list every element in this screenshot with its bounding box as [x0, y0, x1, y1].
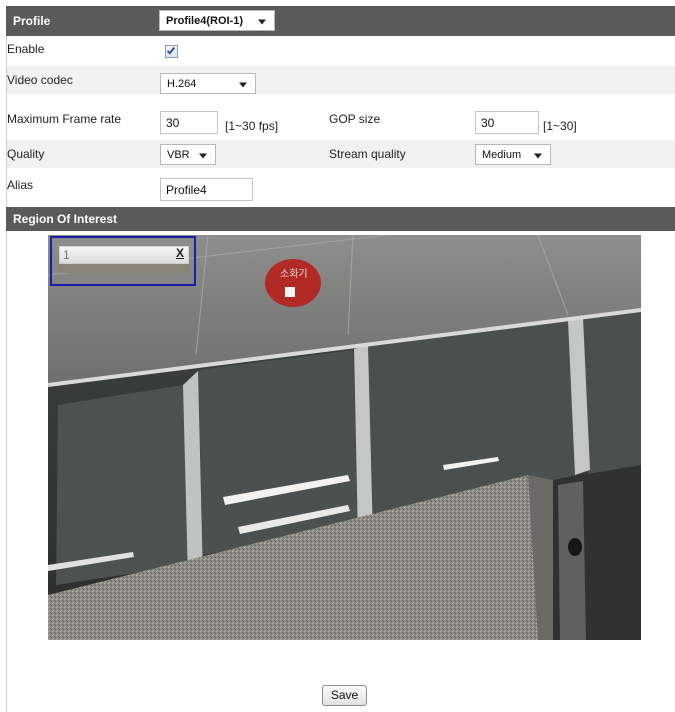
close-icon[interactable]: X — [176, 246, 184, 260]
profile-select-value: Profile4(ROI-1) — [166, 14, 244, 27]
frame-rate-label: Maximum Frame rate — [7, 112, 122, 126]
roi-box-titlebar[interactable]: 1 X — [59, 246, 189, 264]
alias-label: Alias — [7, 178, 34, 192]
roi-number: 1 — [63, 248, 70, 262]
stream-quality-select[interactable]: Medium — [475, 144, 551, 165]
video-codec-label: Video codec — [7, 73, 73, 87]
quality-row: Quality VBR Stream quality Medium — [7, 140, 675, 168]
save-button[interactable]: Save — [322, 685, 367, 706]
roi-section-header: Region Of Interest — [6, 207, 675, 231]
video-codec-select[interactable]: H.264 — [160, 73, 256, 94]
profile-select[interactable]: Profile4(ROI-1) — [159, 10, 275, 31]
gop-size-label: GOP size — [329, 112, 381, 126]
gop-size-range: [1~30] — [543, 119, 577, 133]
video-codec-value: H.264 — [167, 77, 197, 90]
frame-rate-input[interactable]: 30 — [160, 111, 218, 134]
profile-header: Profile Profile4(ROI-1) — [6, 6, 675, 36]
profile-label: Profile — [13, 14, 51, 28]
alias-value: Profile4 — [166, 182, 207, 197]
enable-label: Enable — [7, 42, 45, 56]
alias-input[interactable]: Profile4 — [160, 178, 253, 201]
alias-row: Alias Profile4 — [7, 172, 675, 201]
chevron-down-icon — [199, 153, 207, 158]
camera-view[interactable]: 소화기 — [48, 235, 641, 640]
frame-rate-value: 30 — [166, 115, 180, 130]
chevron-down-icon — [258, 19, 266, 24]
enable-row: Enable — [7, 36, 675, 64]
enable-checkbox[interactable] — [165, 45, 178, 58]
roi-section-title: Region Of Interest — [13, 212, 118, 226]
video-codec-row: Video codec H.264 — [7, 66, 675, 94]
gop-size-input[interactable]: 30 — [475, 111, 539, 134]
frame-rate-range: [1~30 fps] — [225, 119, 279, 133]
checkmark-icon — [166, 45, 176, 55]
gop-size-value: 30 — [481, 115, 495, 130]
chevron-down-icon — [239, 82, 247, 87]
chevron-down-icon — [534, 153, 542, 158]
stream-quality-value: Medium — [482, 148, 522, 161]
roi-box-bar — [59, 264, 189, 273]
stream-quality-label: Stream quality — [329, 147, 406, 161]
quality-select[interactable]: VBR — [160, 144, 216, 165]
quality-value: VBR — [167, 148, 190, 161]
camera-image: 소화기 — [48, 235, 641, 640]
sign-text: 소화기 — [280, 268, 308, 280]
frame-rate-row: Maximum Frame rate 30 [1~30 fps] GOP siz… — [7, 108, 675, 136]
roi-box-1[interactable]: 1 X — [50, 236, 196, 286]
quality-label: Quality — [7, 147, 45, 161]
